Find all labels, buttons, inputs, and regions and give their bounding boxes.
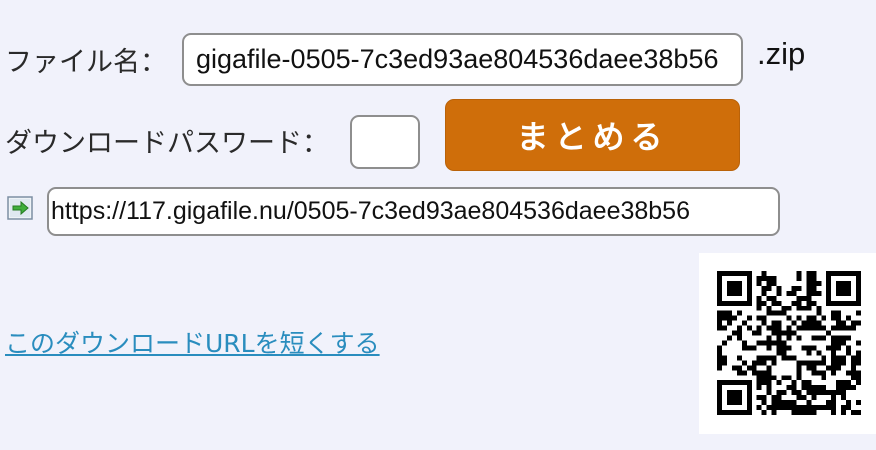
qr-code-icon xyxy=(717,271,861,415)
shorten-url-link[interactable]: このダウンロードURLを短くする xyxy=(5,324,380,360)
password-label: ダウンロードパスワード： xyxy=(5,128,329,159)
password-input[interactable] xyxy=(350,115,420,169)
document-arrow-icon[interactable] xyxy=(7,196,34,221)
filename-input[interactable] xyxy=(182,33,743,86)
filename-label: ファイル名： xyxy=(5,47,167,78)
download-url-input[interactable] xyxy=(47,187,780,236)
file-extension: .zip xyxy=(757,36,806,71)
matomeru-button[interactable]: まとめる xyxy=(445,99,740,171)
qr-code xyxy=(699,253,876,434)
